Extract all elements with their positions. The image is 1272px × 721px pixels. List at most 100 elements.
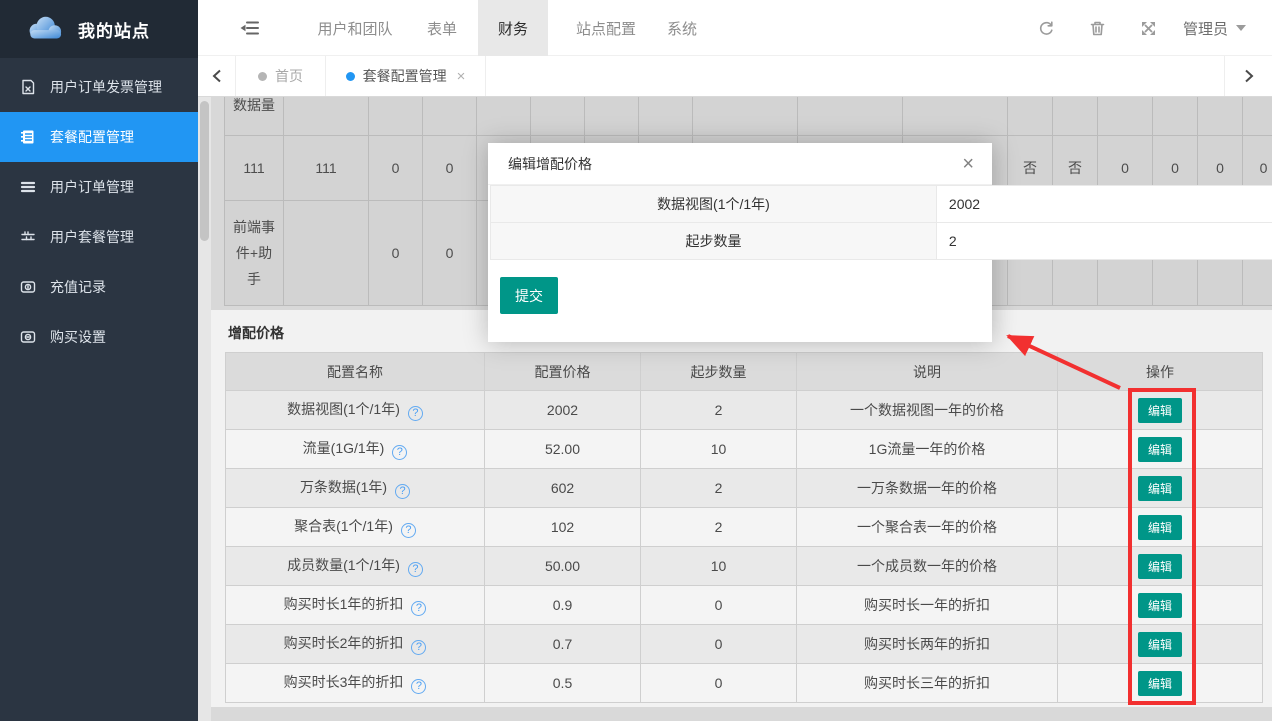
edit-button[interactable]: 编辑 xyxy=(1138,515,1182,540)
config-price: 0.7 xyxy=(485,625,641,664)
nav-item-label: 系统 xyxy=(667,18,697,39)
description: 购买时长两年的折扣 xyxy=(797,625,1058,664)
recharge-record-icon xyxy=(19,279,36,296)
package-config-icon xyxy=(19,129,36,146)
invoice-icon xyxy=(19,79,36,96)
help-icon[interactable]: ? xyxy=(408,562,423,577)
logo: 我的站点 xyxy=(0,0,198,58)
edit-button[interactable]: 编辑 xyxy=(1138,437,1182,462)
nav-item-users-teams[interactable]: 用户和团队 xyxy=(310,0,400,56)
min-qty: 2 xyxy=(641,508,797,547)
sidebar-item-label: 充值记录 xyxy=(50,277,106,297)
min-qty: 0 xyxy=(641,625,797,664)
nav-item-finance[interactable]: 财务 xyxy=(478,0,548,56)
tab-label: 首页 xyxy=(275,66,303,86)
user-dropdown[interactable]: 管理员 xyxy=(1183,0,1246,56)
addon-price-card: 增配价格 配置名称 配置价格 起步数量 说明 操作 数据视图(1个/1年)? 2… xyxy=(211,310,1272,707)
config-price: 50.00 xyxy=(485,547,641,586)
scrollbar-thumb[interactable] xyxy=(200,101,209,241)
nav-item-site-config[interactable]: 站点配置 xyxy=(562,0,650,56)
section-title: 增配价格 xyxy=(228,323,284,343)
description: 1G流量一年的价格 xyxy=(797,430,1058,469)
nav-item-forms[interactable]: 表单 xyxy=(414,0,470,56)
modal-close-icon[interactable]: × xyxy=(962,154,974,174)
order-list-icon xyxy=(19,179,36,196)
help-icon[interactable]: ? xyxy=(392,445,407,460)
sidebar-item-invoice-management[interactable]: 用户订单发票管理 xyxy=(0,62,198,112)
nav-item-label: 用户和团队 xyxy=(317,18,392,39)
col-config-name: 配置名称 xyxy=(226,353,485,391)
edit-button[interactable]: 编辑 xyxy=(1138,398,1182,423)
description: 购买时长一年的折扣 xyxy=(797,586,1058,625)
min-qty: 2 xyxy=(641,391,797,430)
table-row: 成员数量(1个/1年)? 50.00 10 一个成员数一年的价格 编辑 xyxy=(226,547,1263,586)
edit-button[interactable]: 编辑 xyxy=(1138,632,1182,657)
site-title: 我的站点 xyxy=(78,17,150,42)
edit-button[interactable]: 编辑 xyxy=(1138,476,1182,501)
min-qty: 0 xyxy=(641,586,797,625)
help-icon[interactable]: ? xyxy=(395,484,410,499)
table-header-row: 配置名称 配置价格 起步数量 说明 操作 xyxy=(226,353,1263,391)
tab-package-config[interactable]: 套餐配置管理 × xyxy=(326,56,486,96)
table-row: 流量(1G/1年)? 52.00 10 1G流量一年的价格 编辑 xyxy=(226,430,1263,469)
col-actions: 操作 xyxy=(1058,353,1263,391)
sidebar-item-label: 套餐配置管理 xyxy=(50,127,134,147)
nav-item-system[interactable]: 系统 xyxy=(654,0,710,56)
min-qty: 0 xyxy=(641,664,797,703)
top-navbar: 用户和团队 表单 财务 站点配置 系统 管理员 xyxy=(198,0,1272,56)
config-name: 流量(1G/1年) xyxy=(303,440,385,456)
form-row: 数据视图(1个/1年) xyxy=(491,186,1272,223)
config-price: 52.00 xyxy=(485,430,641,469)
config-price: 102 xyxy=(485,508,641,547)
sidebar-item-user-packages[interactable]: 用户套餐管理 xyxy=(0,212,198,262)
refresh-icon[interactable] xyxy=(1038,20,1055,37)
tab-home[interactable]: 首页 xyxy=(236,56,326,96)
description: 一个成员数一年的价格 xyxy=(797,547,1058,586)
sidebar-item-label: 用户订单管理 xyxy=(50,177,134,197)
table-row: 购买时长2年的折扣? 0.7 0 购买时长两年的折扣 编辑 xyxy=(226,625,1263,664)
nav-item-label: 站点配置 xyxy=(576,18,636,39)
table-row: 聚合表(1个/1年)? 102 2 一个聚合表一年的价格 编辑 xyxy=(226,508,1263,547)
help-icon[interactable]: ? xyxy=(411,601,426,616)
table-row: 购买时长3年的折扣? 0.5 0 购买时长三年的折扣 编辑 xyxy=(226,664,1263,703)
edit-button[interactable]: 编辑 xyxy=(1138,554,1182,579)
table-row: 购买时长1年的折扣? 0.9 0 购买时长一年的折扣 编辑 xyxy=(226,586,1263,625)
col-config-price: 配置价格 xyxy=(485,353,641,391)
field-label: 起步数量 xyxy=(491,223,937,260)
addon-price-table: 配置名称 配置价格 起步数量 说明 操作 数据视图(1个/1年)? 2002 2… xyxy=(225,352,1263,703)
page-background xyxy=(211,707,1272,721)
chevron-left-icon[interactable] xyxy=(198,56,236,96)
edit-addon-price-modal: 编辑增配价格 × 数据视图(1个/1年) 起步数量 提交 xyxy=(488,143,992,342)
help-icon[interactable]: ? xyxy=(408,406,423,421)
collapse-menu-icon[interactable] xyxy=(240,19,260,37)
page-tabbar: 首页 套餐配置管理 × xyxy=(198,56,1272,97)
help-icon[interactable]: ? xyxy=(411,640,426,655)
min-qty: 2 xyxy=(641,469,797,508)
nav-item-label: 财务 xyxy=(498,18,528,39)
sidebar: 我的站点 用户订单发票管理 套餐配置管理 xyxy=(0,0,198,721)
col-description: 说明 xyxy=(797,353,1058,391)
chevron-right-icon[interactable] xyxy=(1224,56,1272,96)
help-icon[interactable]: ? xyxy=(401,523,416,538)
config-price: 602 xyxy=(485,469,641,508)
config-price-input[interactable] xyxy=(937,187,1272,222)
config-name: 购买时长3年的折扣 xyxy=(284,674,404,690)
submit-button[interactable]: 提交 xyxy=(500,277,558,314)
sidebar-item-purchase-settings[interactable]: 购买设置 xyxy=(0,312,198,362)
edit-button[interactable]: 编辑 xyxy=(1138,671,1182,696)
help-icon[interactable]: ? xyxy=(411,679,426,694)
config-price: 0.9 xyxy=(485,586,641,625)
config-price: 2002 xyxy=(485,391,641,430)
fullscreen-icon[interactable] xyxy=(1140,20,1157,37)
config-name: 万条数据(1年) xyxy=(300,479,387,495)
trash-icon[interactable] xyxy=(1089,20,1106,37)
form-row: 起步数量 xyxy=(491,223,1272,260)
sidebar-item-recharge-records[interactable]: 充值记录 xyxy=(0,262,198,312)
sidebar-item-user-orders[interactable]: 用户订单管理 xyxy=(0,162,198,212)
config-name: 购买时长2年的折扣 xyxy=(284,635,404,651)
edit-button[interactable]: 编辑 xyxy=(1138,593,1182,618)
close-icon[interactable]: × xyxy=(457,68,466,85)
sidebar-item-package-config[interactable]: 套餐配置管理 xyxy=(0,112,198,162)
sidebar-menu: 用户订单发票管理 套餐配置管理 用户订单管理 xyxy=(0,62,198,362)
min-qty-input[interactable] xyxy=(937,224,1272,259)
